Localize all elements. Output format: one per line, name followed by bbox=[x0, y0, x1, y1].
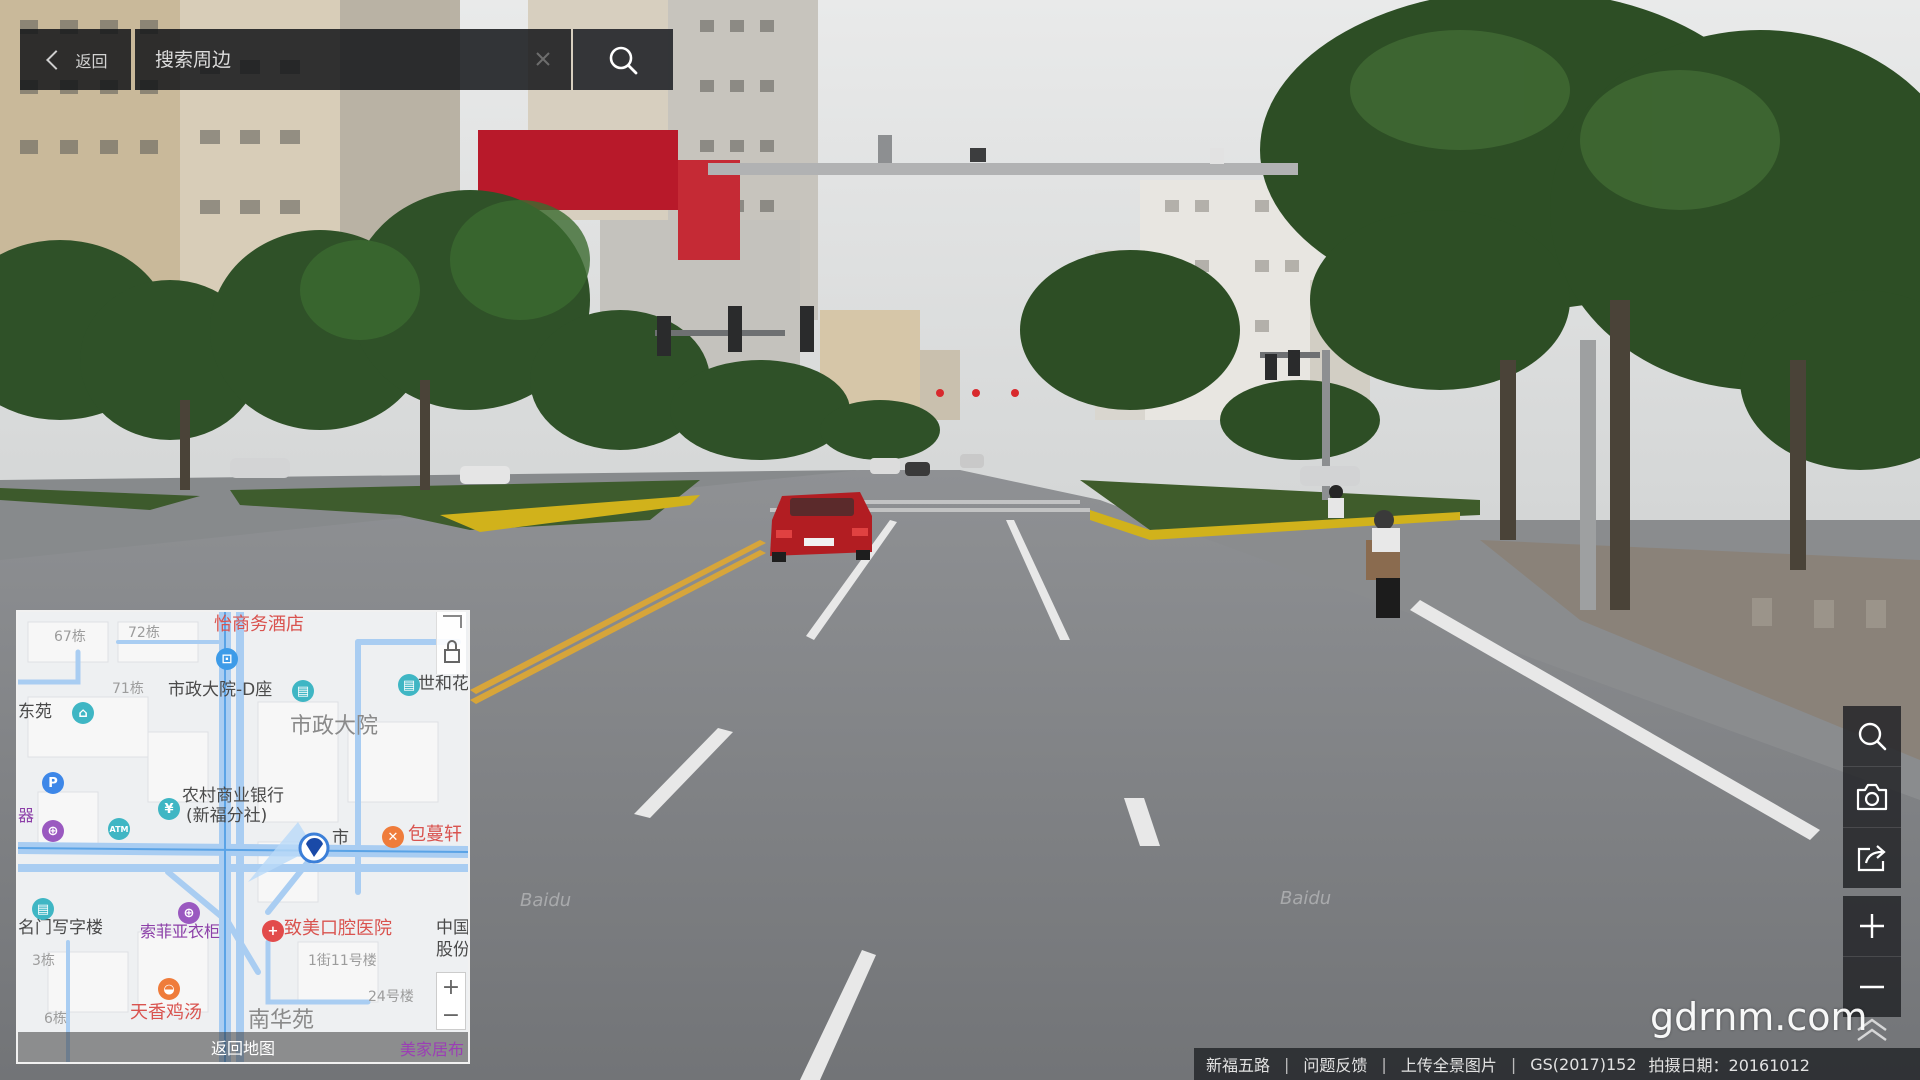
building-icon[interactable]: ▤ bbox=[292, 680, 314, 702]
screenshot-button[interactable] bbox=[1843, 767, 1901, 827]
shopping-icon[interactable]: ⊕ bbox=[178, 902, 200, 924]
building-icon[interactable]: ▤ bbox=[398, 674, 420, 696]
mini-map[interactable]: 怡商务酒店 67栋 72栋 71栋 市政大院-D座 市政大院 世和花 东苑 农村… bbox=[16, 610, 470, 1064]
plus-icon bbox=[1860, 914, 1884, 938]
search-icon bbox=[1858, 722, 1887, 751]
share-icon bbox=[1857, 845, 1886, 872]
map-label-poi: 致美口腔医院 bbox=[284, 918, 392, 939]
map-label-building: 24号楼 bbox=[368, 989, 414, 1005]
map-label-poi: (新福分社) bbox=[186, 806, 268, 826]
road-name: 新福五路 bbox=[1206, 1056, 1271, 1075]
footer-bar: 新福五路 | 问题反馈 | 上传全景图片 | GS(2017)152 拍摄日期：… bbox=[1194, 1048, 1920, 1080]
top-search-bar: 返回 bbox=[20, 29, 673, 90]
map-label-poi: 美家居布 bbox=[399, 1040, 464, 1059]
search-icon bbox=[609, 46, 638, 74]
map-zoom-control: + − bbox=[436, 972, 466, 1030]
pano-watermark: Baidu bbox=[1280, 888, 1332, 909]
back-button[interactable]: 返回 bbox=[20, 29, 131, 90]
bank-icon[interactable]: ¥ bbox=[158, 798, 180, 820]
map-zoom-in-button[interactable]: + bbox=[437, 973, 465, 1001]
map-label-area: 南华苑 bbox=[248, 1008, 315, 1033]
site-watermark: gdrnm.com bbox=[1650, 995, 1868, 1039]
map-lock-button[interactable] bbox=[436, 612, 466, 674]
map-label-poi: 包蔓轩 bbox=[408, 824, 462, 845]
map-label-building: 72栋 bbox=[128, 625, 160, 641]
license-number: GS(2017)152 bbox=[1530, 1054, 1637, 1074]
map-label-building: 67栋 bbox=[54, 629, 86, 645]
chevron-up-icon[interactable] bbox=[1852, 1016, 1892, 1044]
chevron-left-icon bbox=[46, 49, 67, 70]
map-label-building: 1街11号楼 bbox=[308, 953, 377, 969]
bus-icon[interactable]: ⊡ bbox=[216, 648, 238, 670]
map-label-building: 71栋 bbox=[112, 681, 144, 697]
right-toolbar bbox=[1843, 706, 1901, 1025]
map-label-poi: 名门写字楼 bbox=[18, 918, 103, 938]
map-label-area: 市政大院 bbox=[290, 714, 379, 739]
footer-separator: | bbox=[1381, 1054, 1387, 1074]
zoom-in-button[interactable] bbox=[1843, 896, 1901, 956]
footer-separator: | bbox=[1510, 1054, 1517, 1074]
search-box bbox=[135, 29, 571, 90]
map-label-poi: 市政大院-D座 bbox=[168, 680, 273, 700]
shop-icon[interactable]: ⌂ bbox=[72, 702, 94, 724]
map-label-poi: 器 bbox=[18, 806, 35, 825]
map-label-poi: 索菲亚衣柜 bbox=[140, 922, 221, 941]
map-label-hotel: 怡商务酒店 bbox=[214, 614, 304, 635]
map-label-poi: 东苑 bbox=[18, 702, 52, 722]
back-label: 返回 bbox=[75, 51, 108, 71]
footer-separator: | bbox=[1284, 1054, 1290, 1074]
tool-group-actions bbox=[1843, 706, 1901, 888]
panorama-viewer[interactable]: Baidu Baidu 返回 搜索周边 怡商务酒店 67栋 72栋 71栋 市政… bbox=[0, 0, 1920, 1080]
map-label-poi: 市 bbox=[332, 828, 349, 848]
building-icon[interactable]: ▤ bbox=[32, 898, 54, 920]
food-icon[interactable]: ✕ bbox=[382, 826, 404, 848]
upload-link[interactable]: 上传全景图片 bbox=[1401, 1052, 1497, 1076]
pano-watermark: Baidu bbox=[520, 890, 572, 911]
map-label-building: 6栋 bbox=[44, 1011, 67, 1027]
map-label-building: 3栋 bbox=[32, 953, 55, 969]
map-label-poi: 农村商业银行 bbox=[182, 786, 284, 806]
map-label-poi: 股份 bbox=[436, 940, 470, 960]
map-label-poi: 中国 bbox=[436, 918, 470, 938]
feedback-link[interactable]: 问题反馈 bbox=[1303, 1052, 1367, 1076]
share-button[interactable] bbox=[1843, 828, 1901, 888]
map-label-poi: 天香鸡汤 bbox=[130, 1002, 202, 1023]
hospital-icon[interactable]: + bbox=[262, 920, 284, 942]
shopping-icon[interactable]: ⊕ bbox=[42, 820, 64, 842]
search-button[interactable] bbox=[573, 29, 673, 90]
clear-icon[interactable] bbox=[533, 49, 553, 69]
map-zoom-out-button[interactable]: − bbox=[437, 1001, 465, 1029]
atm-icon[interactable]: ATM bbox=[108, 818, 130, 840]
capture-date: 拍摄日期：20161012 bbox=[1648, 1056, 1810, 1075]
map-label-poi: 世和花 bbox=[418, 674, 469, 694]
parking-icon[interactable]: P bbox=[42, 772, 64, 794]
search-tool-button[interactable] bbox=[1843, 706, 1901, 766]
camera-icon bbox=[1856, 783, 1888, 811]
food-icon[interactable]: ◒ bbox=[158, 978, 180, 1000]
lock-icon bbox=[443, 615, 462, 663]
search-input[interactable] bbox=[135, 29, 495, 90]
